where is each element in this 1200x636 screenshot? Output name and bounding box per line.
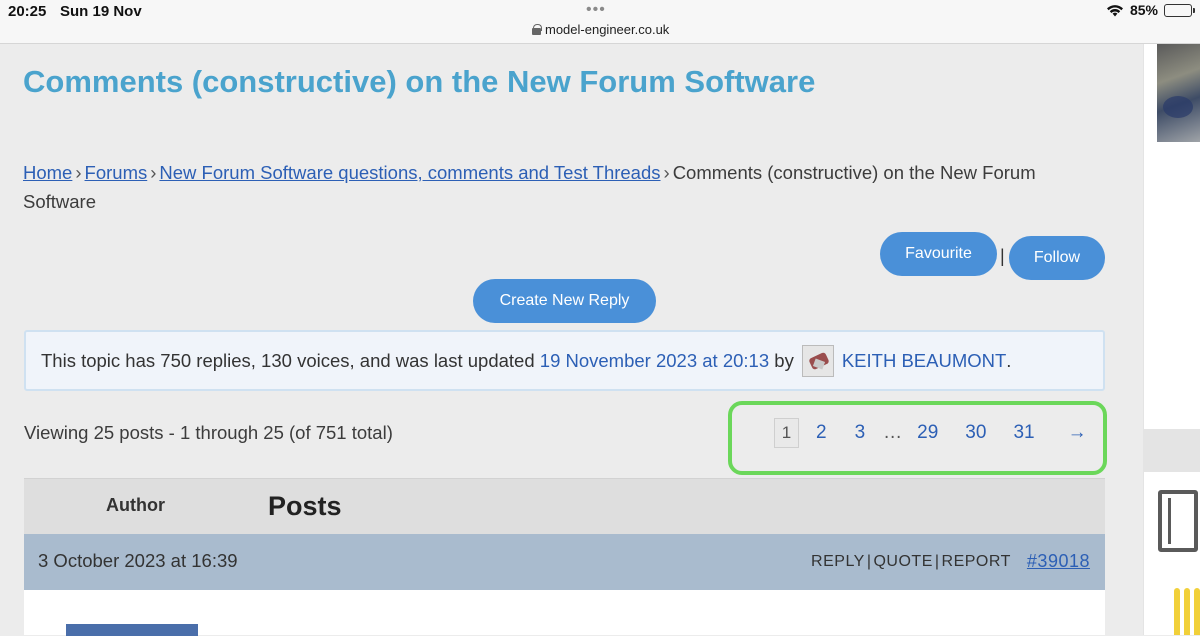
viewing-count: Viewing 25 posts - 1 through 25 (of 751 …	[24, 422, 393, 443]
user-avatar[interactable]	[801, 344, 834, 377]
page-link[interactable]: 29	[917, 422, 938, 444]
lock-icon	[532, 24, 542, 35]
breadcrumb: Home › Forums › New Forum Software questions…	[23, 158, 1103, 216]
page-link[interactable]: 30	[965, 422, 986, 444]
address-bar[interactable]: model-engineer.co.uk	[532, 22, 669, 37]
create-new-reply-button[interactable]: Create New Reply	[473, 279, 656, 323]
wifi-icon	[1106, 4, 1124, 17]
topic-info-suffix: .	[1006, 349, 1012, 371]
multitasking-dots-icon[interactable]: •••	[586, 1, 606, 19]
topic-info-text: This topic has 750 replies, 130 voices, …	[41, 349, 535, 371]
post-action-separator: |	[934, 552, 940, 570]
post-body	[24, 590, 1105, 636]
breadcrumb-separator: ›	[663, 162, 670, 183]
breadcrumb-separator: ›	[75, 162, 82, 183]
sidebar-widget	[1144, 44, 1200, 429]
post-permalink[interactable]: #39018	[1027, 551, 1090, 572]
breadcrumb-separator: ›	[150, 162, 157, 183]
page-link[interactable]: 31	[1013, 422, 1034, 444]
post-date: 3 October 2023 at 16:39	[38, 550, 238, 571]
status-date: Sun 19 Nov	[60, 3, 142, 20]
breadcrumb-forums[interactable]: Forums	[85, 162, 148, 183]
follow-button[interactable]: Follow	[1009, 236, 1105, 280]
topic-info-box: This topic has 750 replies, 130 voices, …	[24, 330, 1105, 391]
page-current: 1	[774, 418, 799, 448]
report-link[interactable]: REPORT	[942, 553, 1011, 571]
address-bar-url: model-engineer.co.uk	[545, 22, 670, 37]
topic-info-by: by	[774, 349, 794, 371]
page-title: Comments (constructive) on the New Forum…	[23, 64, 816, 99]
post-actions: REPLY | QUOTE | REPORT #39018	[811, 551, 1090, 572]
status-right: 85%	[1106, 2, 1195, 18]
action-separator: |	[1000, 246, 1005, 266]
page-link[interactable]: 2	[816, 422, 827, 444]
favourite-button[interactable]: Favourite	[880, 232, 997, 276]
sidebar-widget	[1144, 472, 1200, 635]
last-updated-link[interactable]: 19 November 2023 at 20:13	[540, 350, 769, 372]
battery-percent: 85%	[1129, 2, 1158, 18]
status-time: 20:25	[8, 3, 47, 20]
right-sidebar	[1143, 44, 1200, 635]
breadcrumb-forum-category[interactable]: New Forum Software questions, comments a…	[159, 162, 660, 183]
last-poster-link[interactable]: KEITH BEAUMONT	[842, 350, 1006, 372]
main-content: Comments (constructive) on the New Forum…	[0, 44, 1143, 636]
posts-column-header: Posts	[268, 491, 342, 521]
breadcrumb-home[interactable]: Home	[23, 162, 72, 183]
posts-table-header: Author Posts	[24, 478, 1105, 534]
post-meta-bar: 3 October 2023 at 16:39 REPLY | QUOTE | …	[24, 534, 1105, 590]
post-action-separator: |	[866, 552, 872, 570]
sidebar-graphic	[1174, 588, 1200, 635]
next-page-arrow-icon[interactable]: →	[1068, 422, 1087, 444]
battery-icon	[1164, 3, 1195, 17]
reply-link[interactable]: REPLY	[811, 553, 865, 571]
quote-link[interactable]: QUOTE	[873, 553, 932, 571]
sidebar-photo[interactable]	[1157, 44, 1200, 142]
page-ellipsis: …	[883, 422, 903, 443]
author-column-header: Author	[106, 495, 165, 515]
ios-status-bar: 20:25 Sun 19 Nov ••• model-engineer.co.u…	[0, 0, 1200, 44]
pagination: 1 2 3 … 29 30 31 →	[774, 417, 1087, 449]
book-icon[interactable]	[1158, 490, 1198, 552]
post-author-avatar[interactable]	[66, 624, 198, 636]
page-link[interactable]: 3	[855, 422, 866, 444]
